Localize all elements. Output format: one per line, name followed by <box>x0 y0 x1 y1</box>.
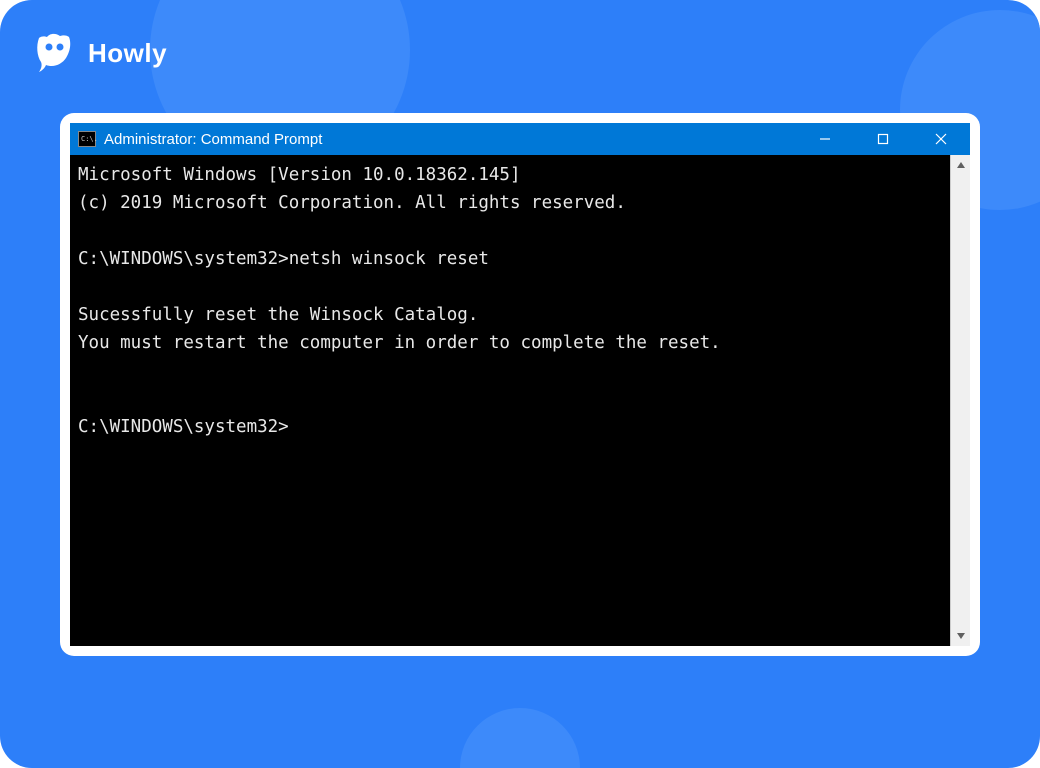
brand-logo: Howly <box>36 32 167 74</box>
decorative-circle <box>460 708 580 768</box>
branded-card: Howly C:\. Administrator: Command Prompt <box>0 0 1040 768</box>
scroll-down-button[interactable] <box>951 626 970 646</box>
owl-icon <box>36 32 78 74</box>
window-controls <box>796 123 970 155</box>
command-prompt-window: C:\. Administrator: Command Prompt Mic <box>70 123 970 646</box>
scroll-up-button[interactable] <box>951 155 970 175</box>
cmd-icon: C:\. <box>78 131 96 147</box>
maximize-button[interactable] <box>854 123 912 155</box>
screenshot-container: C:\. Administrator: Command Prompt Mic <box>60 113 980 656</box>
terminal-area: Microsoft Windows [Version 10.0.18362.14… <box>70 155 970 646</box>
brand-name: Howly <box>88 38 167 69</box>
vertical-scrollbar[interactable] <box>950 155 970 646</box>
terminal-output[interactable]: Microsoft Windows [Version 10.0.18362.14… <box>70 155 950 646</box>
scroll-track[interactable] <box>951 175 970 626</box>
minimize-button[interactable] <box>796 123 854 155</box>
window-titlebar[interactable]: C:\. Administrator: Command Prompt <box>70 123 970 155</box>
window-title: Administrator: Command Prompt <box>104 131 796 148</box>
close-button[interactable] <box>912 123 970 155</box>
